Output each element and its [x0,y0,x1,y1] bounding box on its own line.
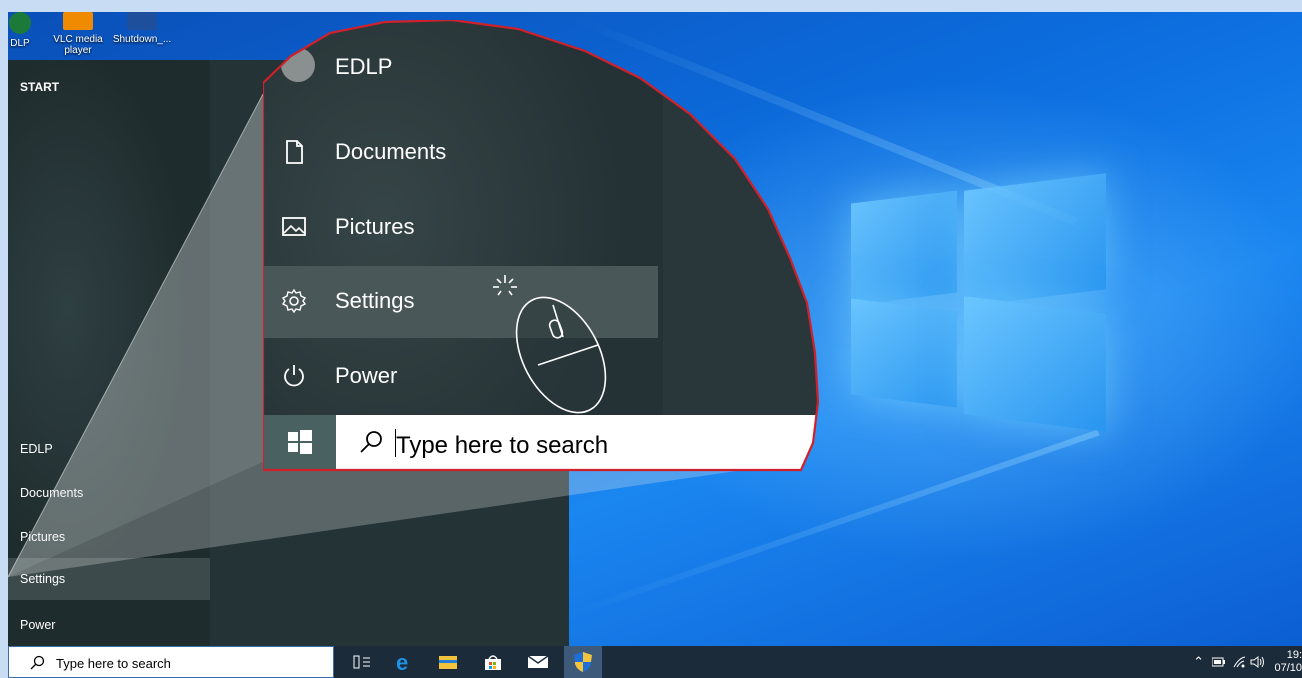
desktop-icon-edlp[interactable]: DLP [8,12,50,49]
start-item-label: Documents [20,486,84,500]
start-menu-title: START [20,80,60,94]
start-item-power[interactable]: Power [8,604,210,646]
start-item-label: EDLP [20,442,53,456]
start-item-label: Power [20,618,56,632]
file-explorer-icon[interactable] [437,651,459,673]
taskbar-search-placeholder: Type here to search [56,656,171,671]
store-icon[interactable] [482,651,504,673]
magnifier-border [263,20,820,472]
edlp-app-icon [9,12,31,34]
desktop-icon-shutdown[interactable]: Shutdown_... [112,12,172,45]
desktop-icon-label: DLP [10,38,30,49]
start-item-label: Pictures [20,530,66,544]
clock[interactable]: 19: 07/10 [1272,649,1302,675]
network-icon[interactable] [1232,655,1246,669]
shutdown-shortcut-icon [127,12,157,30]
vlc-cone-icon [63,12,93,30]
clock-time: 19: [1286,649,1302,661]
mail-icon[interactable] [527,651,549,673]
security-shield-icon[interactable] [564,646,602,678]
start-item-edlp[interactable]: EDLP [8,428,210,470]
volume-icon[interactable] [1250,655,1266,669]
task-view-icon[interactable] [351,651,373,673]
taskbar: Type here to search e ⌃ 19: 07/10 [8,646,1302,678]
desktop-icon-label: Shutdown_... [112,34,172,45]
start-item-pictures[interactable]: Pictures [8,516,210,558]
desktop-frame: DLP VLC media player Shutdown_... START … [8,12,1302,678]
battery-icon[interactable] [1212,657,1226,667]
start-item-label: Settings [20,572,66,586]
start-item-documents[interactable]: Documents [8,472,210,514]
desktop-icon-label: VLC media player [53,34,103,56]
clock-date: 07/10 [1274,662,1302,674]
taskbar-search-box[interactable]: Type here to search [8,646,334,678]
chevron-up-icon[interactable]: ⌃ [1193,654,1204,670]
search-icon [30,655,45,670]
start-item-settings[interactable]: Settings [8,558,210,600]
desktop-icon-vlc[interactable]: VLC media player [48,12,108,56]
edge-icon[interactable]: e [393,651,415,673]
svg-text:e: e [396,651,408,673]
